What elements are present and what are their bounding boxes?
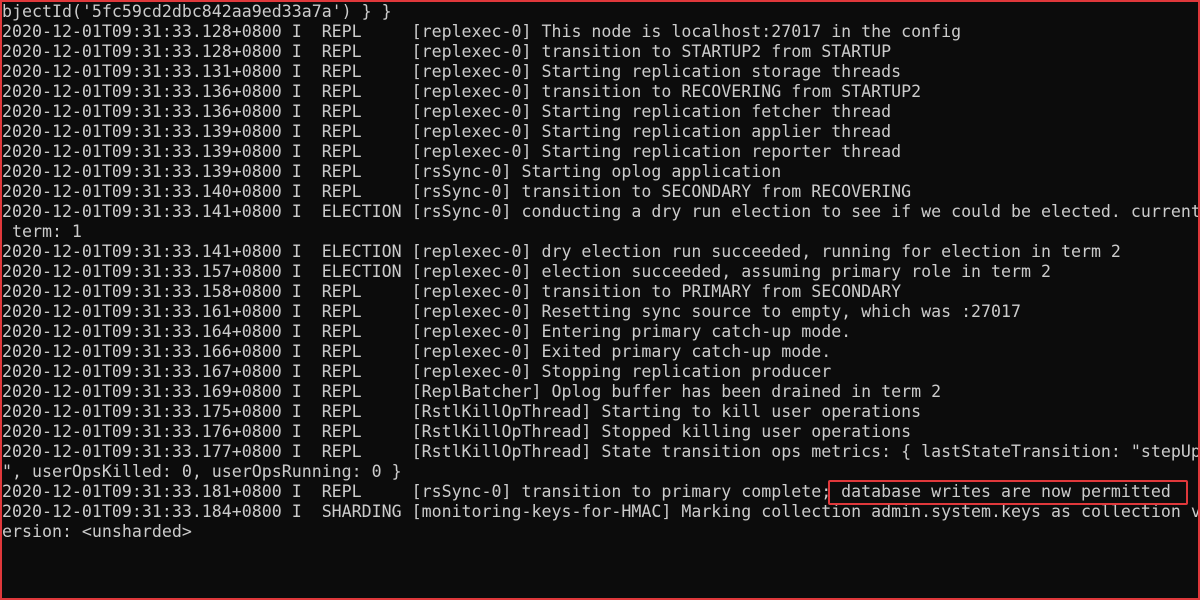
console-window[interactable]: bjectId('5fc59cd2dbc842aa9ed33a7a') } } … bbox=[0, 0, 1200, 600]
log-line: 2020-12-01T09:31:33.175+0800 I REPL [Rst… bbox=[2, 402, 922, 421]
log-line: 2020-12-01T09:31:33.184+0800 I SHARDING … bbox=[2, 502, 1200, 521]
log-line: 2020-12-01T09:31:33.139+0800 I REPL [rsS… bbox=[2, 162, 782, 181]
log-line: 2020-12-01T09:31:33.140+0800 I REPL [rsS… bbox=[2, 182, 912, 201]
log-output: bjectId('5fc59cd2dbc842aa9ed33a7a') } } … bbox=[2, 2, 1200, 542]
log-line: 2020-12-01T09:31:33.169+0800 I REPL [Rep… bbox=[2, 382, 942, 401]
log-line: 2020-12-01T09:31:33.141+0800 I ELECTION … bbox=[2, 242, 1121, 261]
annotation-highlight-box bbox=[828, 480, 1188, 505]
log-line: 2020-12-01T09:31:33.128+0800 I REPL [rep… bbox=[2, 42, 892, 61]
log-line: ersion: <unsharded> bbox=[2, 522, 192, 541]
log-line: 2020-12-01T09:31:33.167+0800 I REPL [rep… bbox=[2, 362, 832, 381]
log-line: 2020-12-01T09:31:33.139+0800 I REPL [rep… bbox=[2, 142, 902, 161]
log-line: ", userOpsKilled: 0, userOpsRunning: 0 } bbox=[2, 462, 402, 481]
log-line: 2020-12-01T09:31:33.141+0800 I ELECTION … bbox=[2, 202, 1200, 221]
log-line: 2020-12-01T09:31:33.166+0800 I REPL [rep… bbox=[2, 342, 832, 361]
log-line: term: 1 bbox=[2, 222, 82, 241]
log-line: 2020-12-01T09:31:33.158+0800 I REPL [rep… bbox=[2, 282, 902, 301]
log-line: 2020-12-01T09:31:33.177+0800 I REPL [Rst… bbox=[2, 442, 1200, 461]
log-line: 2020-12-01T09:31:33.161+0800 I REPL [rep… bbox=[2, 302, 1022, 321]
log-line: 2020-12-01T09:31:33.157+0800 I ELECTION … bbox=[2, 262, 1051, 281]
log-line: 2020-12-01T09:31:33.128+0800 I REPL [rep… bbox=[2, 22, 962, 41]
log-line: 2020-12-01T09:31:33.164+0800 I REPL [rep… bbox=[2, 322, 852, 341]
log-line: 2020-12-01T09:31:33.176+0800 I REPL [Rst… bbox=[2, 422, 912, 441]
log-line: 2020-12-01T09:31:33.131+0800 I REPL [rep… bbox=[2, 62, 902, 81]
log-line: bjectId('5fc59cd2dbc842aa9ed33a7a') } } bbox=[2, 2, 392, 21]
log-line: 2020-12-01T09:31:33.136+0800 I REPL [rep… bbox=[2, 102, 892, 121]
log-line: 2020-12-01T09:31:33.136+0800 I REPL [rep… bbox=[2, 82, 922, 101]
log-line: 2020-12-01T09:31:33.139+0800 I REPL [rep… bbox=[2, 122, 892, 141]
